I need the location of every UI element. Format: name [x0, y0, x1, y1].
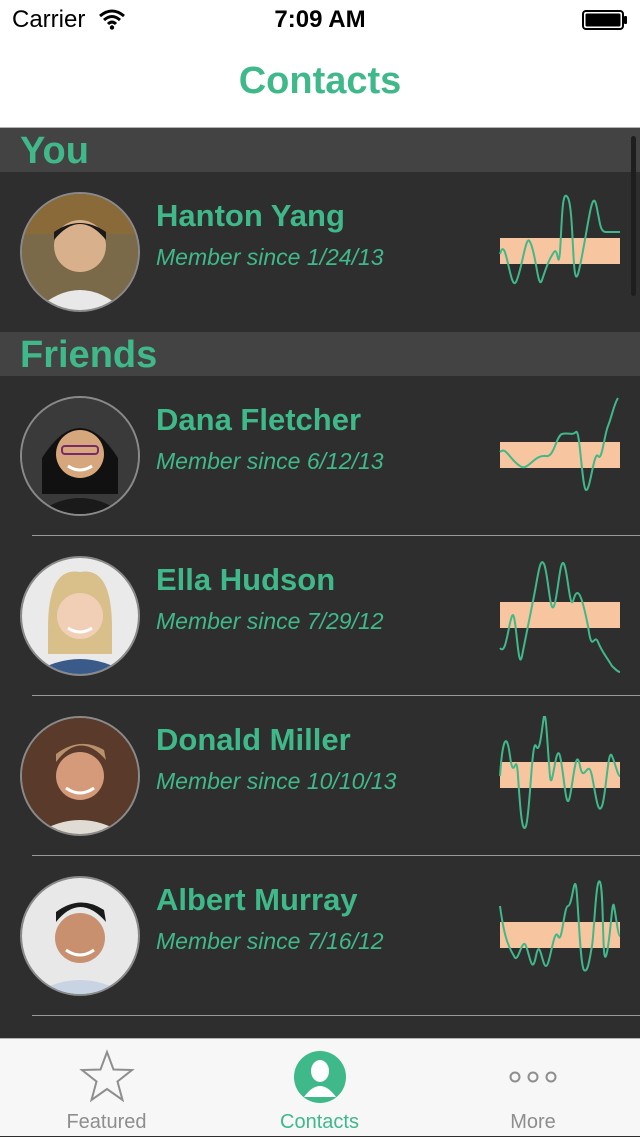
- contacts-list[interactable]: You Hanton Yang Member since 1/24/13 Fri…: [0, 128, 640, 1038]
- scroll-indicator[interactable]: [631, 136, 636, 296]
- contact-name: Ella Hudson: [156, 562, 336, 597]
- contact-row[interactable]: Hanton Yang Member since 1/24/13: [0, 172, 640, 332]
- tab-bar: Featured Contacts More: [0, 1038, 640, 1136]
- avatar: [20, 716, 140, 836]
- battery-icon: [582, 10, 627, 30]
- avatar: [20, 556, 140, 676]
- page-title: Contacts: [238, 60, 402, 102]
- tab-contacts[interactable]: Contacts: [213, 1039, 426, 1137]
- tab-more[interactable]: More: [426, 1039, 640, 1137]
- section-title: You: [20, 130, 89, 172]
- contact-icon: [293, 1051, 346, 1103]
- avatar: [20, 396, 140, 516]
- contact-row[interactable]: Albert Murray Member since 7/16/12: [0, 856, 640, 1016]
- member-since: Member since 7/16/12: [156, 928, 384, 954]
- tab-featured[interactable]: Featured: [0, 1039, 213, 1137]
- member-since: Member since 6/12/13: [156, 448, 384, 474]
- avatar: [20, 876, 140, 996]
- sparkline: [499, 716, 621, 829]
- more-icon: [509, 1071, 557, 1083]
- sparkline: [499, 194, 620, 285]
- contact-name: Hanton Yang: [156, 198, 345, 233]
- section-header-friends: Friends: [0, 332, 640, 376]
- member-since: Member since 10/10/13: [156, 768, 397, 794]
- tab-label: Featured: [66, 1111, 147, 1133]
- contact-name: Albert Murray: [156, 882, 358, 917]
- sparkline: [499, 397, 620, 492]
- contact-name: Donald Miller: [156, 722, 351, 757]
- contact-name: Dana Fletcher: [156, 402, 362, 437]
- contact-row[interactable]: Dana Fletcher Member since 6/12/13: [0, 376, 640, 536]
- navigation-bar: Contacts: [0, 40, 640, 128]
- row-separator: [32, 1015, 640, 1016]
- avatar: [20, 192, 140, 312]
- tab-label: Contacts: [280, 1111, 359, 1133]
- contact-row[interactable]: Ella Hudson Member since 7/29/12: [0, 536, 640, 696]
- sparkline: [499, 561, 621, 673]
- status-bar: Carrier 7:09 AM: [0, 0, 640, 40]
- tab-label: More: [510, 1111, 556, 1133]
- section-title: Friends: [20, 334, 158, 376]
- star-icon: [78, 1049, 135, 1103]
- status-time: 7:09 AM: [274, 6, 366, 33]
- sparkline: [499, 880, 621, 972]
- member-since: Member since 1/24/13: [156, 244, 384, 270]
- member-since: Member since 7/29/12: [156, 608, 384, 634]
- section-header-you: You: [0, 128, 640, 172]
- contact-row[interactable]: Donald Miller Member since 10/10/13: [0, 696, 640, 856]
